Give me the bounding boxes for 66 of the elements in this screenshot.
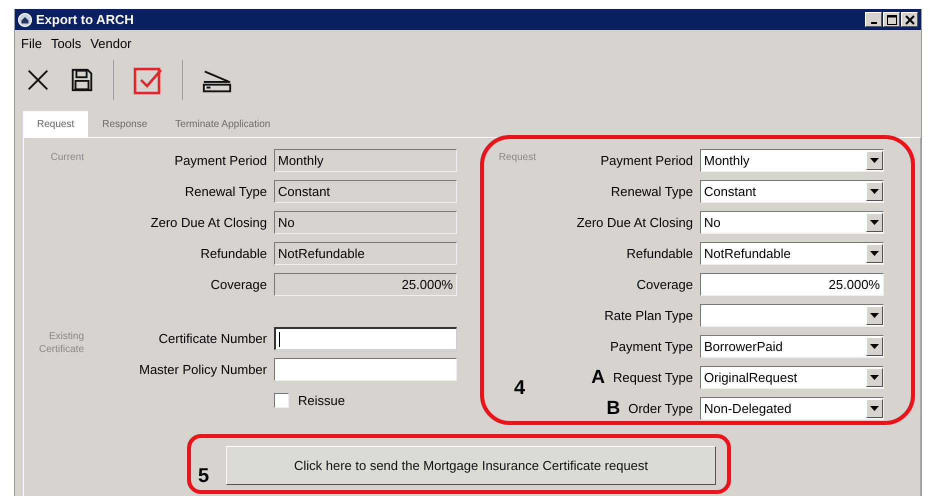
dropdown-arrow-icon: [870, 406, 879, 411]
checkbox[interactable]: [274, 393, 289, 408]
field-label: Refundable: [200, 246, 267, 261]
field-label: Payment Period: [600, 153, 693, 168]
group-label: Request: [498, 151, 536, 163]
input-field[interactable]: 25.000%: [700, 273, 884, 296]
menu-item[interactable]: Tools: [50, 36, 82, 54]
close-icon[interactable]: [25, 67, 51, 93]
field-label: Refundable: [626, 246, 693, 261]
dropdown[interactable]: BorrowerPaid: [700, 335, 884, 358]
menu-item[interactable]: File: [21, 36, 42, 54]
house-icon: [18, 12, 32, 26]
field-label: Master Policy Number: [138, 362, 267, 377]
field-label: Rate Plan Type: [604, 308, 693, 323]
field-label: Coverage: [210, 277, 267, 292]
dropdown[interactable]: Non-Delegated: [700, 397, 884, 420]
input-field[interactable]: [274, 327, 457, 350]
minimize-button[interactable]: [865, 12, 882, 27]
group-label: Existing Certificate: [38, 330, 84, 356]
readonly-field: No: [274, 211, 457, 234]
tab[interactable]: Response: [88, 111, 162, 137]
field-label: Coverage: [636, 277, 693, 292]
field-label: Renewal Type: [610, 184, 693, 199]
dropdown-arrow-icon: [870, 220, 879, 225]
dropdown-arrow-icon: [870, 313, 879, 318]
dropdown-arrow-icon: [870, 158, 879, 163]
field-label: Zero Due At Closing: [150, 215, 267, 230]
menu-item[interactable]: Vendor: [90, 36, 132, 54]
annotation-letter: A: [591, 368, 606, 387]
group-label: Current: [50, 151, 84, 163]
close-icon: [904, 14, 916, 26]
annotation-letter: B: [606, 399, 620, 418]
field-label: Renewal Type: [184, 184, 267, 199]
callout-number: 5: [198, 465, 210, 488]
dropdown[interactable]: No: [700, 211, 884, 234]
callout-number: 4: [514, 377, 526, 400]
maximize-icon: [886, 14, 898, 26]
dropdown[interactable]: Constant: [700, 180, 884, 203]
send-request-button[interactable]: Click here to send the Mortgage Insurance Certificate request: [226, 446, 716, 485]
minimize-icon: [870, 22, 876, 24]
field-label: Payment Period: [174, 153, 267, 168]
readonly-field: 25.000%: [274, 273, 457, 296]
dropdown-arrow-icon: [870, 375, 879, 380]
readonly-field: NotRefundable: [274, 242, 457, 265]
tab[interactable]: Terminate Application: [161, 111, 284, 137]
tab[interactable]: Request: [23, 111, 88, 137]
close-button[interactable]: [901, 12, 918, 27]
window-title: Export to ARCH: [36, 12, 134, 27]
input-field[interactable]: [274, 358, 457, 381]
field-label: Zero Due At Closing: [576, 215, 693, 230]
maximize-button[interactable]: [883, 12, 900, 27]
dropdown-arrow-icon: [870, 189, 879, 194]
dropdown-arrow-icon: [870, 344, 879, 349]
dropdown[interactable]: [700, 304, 884, 327]
checkbox-label: Reissue: [298, 393, 345, 408]
field-label: Payment Type: [610, 339, 693, 354]
dropdown[interactable]: OriginalRequest: [700, 366, 884, 389]
field-label: Certificate Number: [158, 331, 267, 346]
dropdown-arrow-icon: [870, 251, 879, 256]
field-label: Order Type: [628, 401, 693, 416]
dropdown[interactable]: Monthly: [700, 149, 884, 172]
save-icon[interactable]: [69, 67, 95, 93]
field-label: Request Type: [613, 370, 693, 385]
readonly-field: Constant: [274, 180, 457, 203]
dropdown[interactable]: NotRefundable: [700, 242, 884, 265]
readonly-field: Monthly: [274, 149, 457, 172]
